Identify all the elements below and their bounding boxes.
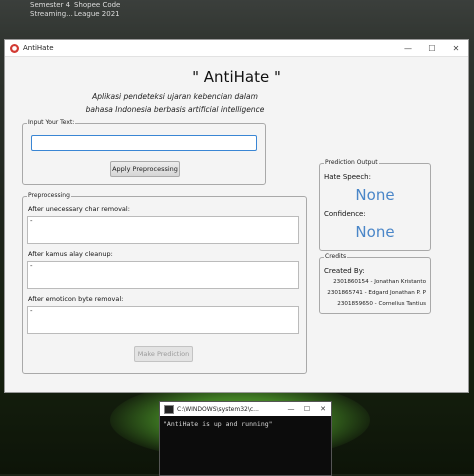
close-button[interactable]: ✕ xyxy=(444,44,468,53)
console-output: "AntiHate is up and running" xyxy=(163,420,273,428)
hate-speech-label: Hate Speech: xyxy=(324,173,371,181)
text-input[interactable] xyxy=(31,135,257,151)
confidence-label: Confidence: xyxy=(324,210,366,218)
window-title: AntiHate xyxy=(23,44,54,52)
kamus-alay-output[interactable]: - xyxy=(27,261,299,289)
console-maximize-button[interactable]: ☐ xyxy=(299,405,315,413)
make-prediction-button[interactable]: Make Prediction xyxy=(134,346,193,362)
credits-group-label: Credits xyxy=(324,253,348,260)
emoticon-byte-label: After emoticon byte removal: xyxy=(28,295,124,303)
console-close-button[interactable]: ✕ xyxy=(315,405,331,413)
prediction-output-group: Prediction Output Hate Speech: None Conf… xyxy=(319,159,431,251)
hate-speech-value: None xyxy=(355,186,395,204)
apply-preprocessing-button[interactable]: Apply Preprocessing xyxy=(110,161,180,177)
unecessary-char-label: After unecessary char removal: xyxy=(28,205,130,213)
console-titlebar[interactable]: C:\WINDOWS\system32\c... — ☐ ✕ xyxy=(160,402,331,416)
input-group: Input Your Text: Apply Preprocessing xyxy=(22,119,266,185)
kamus-alay-label: After kamus alay cleanup: xyxy=(28,250,113,258)
desktop-icon-label[interactable]: Streaming... xyxy=(30,10,73,18)
console-app-icon xyxy=(164,404,174,414)
maximize-button[interactable]: ☐ xyxy=(420,44,444,53)
credit-line: 2301859650 - Cornelius Tantius xyxy=(337,301,426,307)
app-description: Aplikasi pendeteksi ujaran kebencian dal… xyxy=(65,90,285,116)
description-line: Aplikasi pendeteksi ujaran kebencian dal… xyxy=(92,92,258,101)
credit-line: 2301860154 - Jonathan Kristanto xyxy=(333,279,426,285)
minimize-button[interactable]: — xyxy=(396,44,420,53)
window-titlebar[interactable]: ● AntiHate — ☐ ✕ xyxy=(5,40,468,57)
emoticon-byte-output[interactable]: - xyxy=(27,306,299,334)
input-group-label: Input Your Text: xyxy=(27,119,76,126)
description-line: bahasa Indonesia berbasis artificial int… xyxy=(85,105,265,114)
desktop-icon-label[interactable]: Semester 4 xyxy=(30,1,70,9)
credits-group: Credits Created By: 2301860154 - Jonatha… xyxy=(319,253,431,314)
app-icon: ● xyxy=(10,43,19,53)
preprocessing-group-label: Preprocessing xyxy=(27,192,71,199)
unecessary-char-output[interactable]: - xyxy=(27,216,299,244)
credits-heading: Created By: xyxy=(324,267,365,275)
app-title: " AntiHate " xyxy=(192,68,281,86)
confidence-value: None xyxy=(355,223,395,241)
prediction-group-label: Prediction Output xyxy=(324,159,379,166)
desktop-icon-label[interactable]: Shopee Code xyxy=(74,1,120,9)
console-minimize-button[interactable]: — xyxy=(283,405,299,413)
console-title: C:\WINDOWS\system32\c... xyxy=(177,405,259,413)
desktop-icon-label[interactable]: League 2021 xyxy=(74,10,120,18)
antihate-window: ● AntiHate — ☐ ✕ " AntiHate " Aplikasi p… xyxy=(4,39,469,393)
preprocessing-group: Preprocessing After unecessary char remo… xyxy=(22,192,307,374)
console-window: C:\WINDOWS\system32\c... — ☐ ✕ "AntiHate… xyxy=(159,401,332,476)
credit-line: 2301865741 - Edgard Jonathan P. P xyxy=(327,290,426,296)
